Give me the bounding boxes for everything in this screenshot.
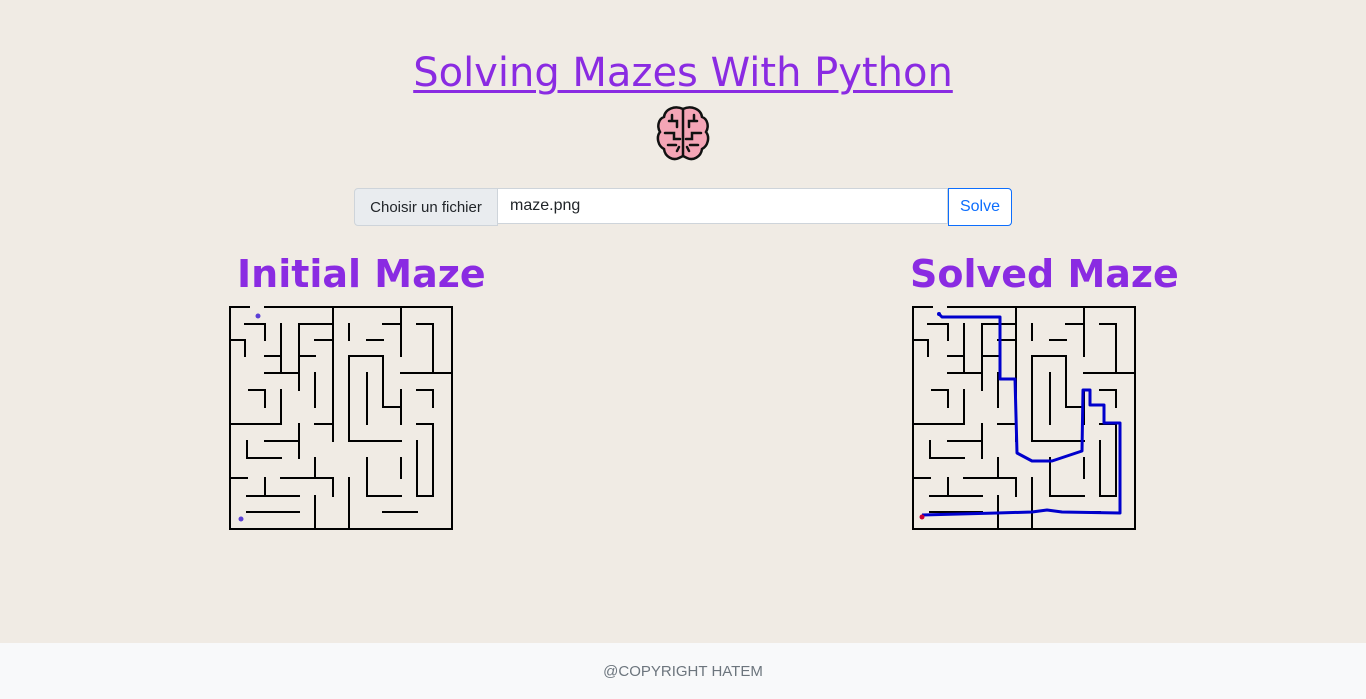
file-upload-group: Choisir un fichier maze.png Solve <box>354 188 1013 226</box>
initial-maze-image <box>229 306 453 530</box>
solved-maze-heading: Solved Maze <box>910 252 1179 296</box>
initial-maze-heading: Initial Maze <box>237 252 486 296</box>
footer: @COPYRIGHT HATEM <box>0 643 1366 699</box>
page-title-link[interactable]: Solving Mazes With Python <box>413 50 953 96</box>
file-name-field[interactable]: maze.png <box>498 188 948 224</box>
brain-icon <box>656 106 710 161</box>
copyright-text: @COPYRIGHT HATEM <box>603 662 763 680</box>
solution-path <box>921 312 1122 517</box>
choose-file-button[interactable]: Choisir un fichier <box>354 188 498 226</box>
solved-maze-image <box>912 306 1136 530</box>
solve-button[interactable]: Solve <box>948 188 1012 226</box>
page-title-wrapper: Solving Mazes With Python <box>0 50 1366 96</box>
